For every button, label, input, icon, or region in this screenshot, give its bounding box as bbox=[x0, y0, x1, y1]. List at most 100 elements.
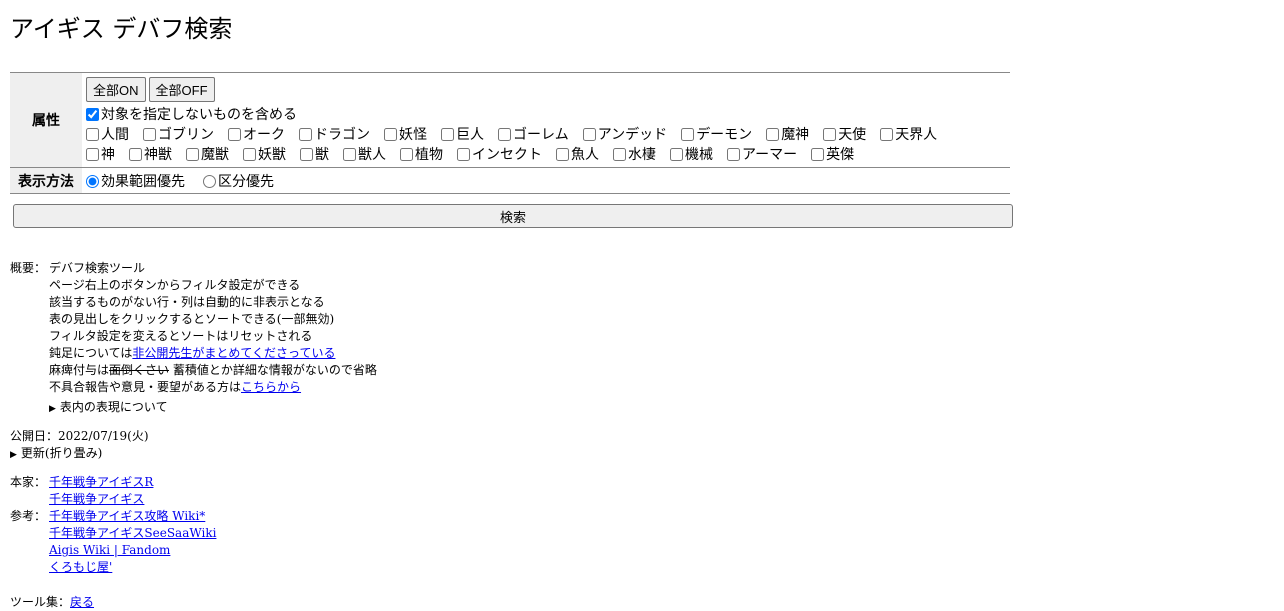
attribute-checkbox[interactable]: 妖怪 bbox=[384, 124, 427, 144]
attribute-checkbox-label: 魔神 bbox=[781, 127, 810, 143]
attribute-checkbox-input[interactable] bbox=[228, 127, 241, 141]
attribute-checkbox[interactable]: オーク bbox=[228, 124, 285, 144]
report-link[interactable]: こちらから bbox=[241, 380, 301, 394]
all-off-button[interactable]: 全部OFF bbox=[148, 77, 215, 102]
attribute-checkbox[interactable]: インセクト bbox=[457, 144, 542, 164]
attribute-checkbox-input[interactable] bbox=[880, 127, 894, 141]
attribute-checkbox-input[interactable] bbox=[186, 147, 199, 161]
attribute-checkbox-input[interactable] bbox=[727, 147, 740, 161]
report-line: 不具合報告や意見・要望がある方はこちらから bbox=[49, 379, 377, 396]
attribute-checkbox-input[interactable] bbox=[766, 127, 780, 141]
attribute-checkbox-label: デーモン bbox=[696, 127, 753, 143]
attribute-checkbox[interactable]: 魔獣 bbox=[186, 144, 229, 164]
attribute-checkbox-label: 獣 bbox=[315, 147, 329, 163]
update-toggle[interactable]: ▶ 更新(折り畳み) bbox=[10, 445, 377, 464]
display-option-input[interactable] bbox=[86, 174, 99, 188]
summary-label: 概要： bbox=[10, 261, 47, 275]
attribute-checkbox-label: 天界人 bbox=[895, 127, 938, 143]
paralysis-prefix: 麻痺付与は bbox=[49, 363, 110, 377]
attribute-checkbox[interactable]: ゴブリン bbox=[143, 124, 214, 144]
attribute-checkbox[interactable]: 魚人 bbox=[556, 144, 599, 164]
home-links: 本家： 千年戦争アイギスR 千年戦争アイギス bbox=[10, 474, 377, 508]
reference-links: 参考： 千年戦争アイギス攻略 Wiki* 千年戦争アイギスSeeSaaWiki … bbox=[10, 508, 377, 576]
attribute-checkbox-input[interactable] bbox=[129, 147, 142, 161]
reference-label: 参考： bbox=[10, 509, 47, 523]
attribute-checkbox[interactable]: ゴーレム bbox=[498, 124, 569, 144]
disclosure-triangle-icon: ▶ bbox=[10, 450, 17, 460]
attribute-checkbox[interactable]: 機械 bbox=[670, 144, 713, 164]
attribute-checkbox-input[interactable] bbox=[670, 147, 683, 161]
attribute-checkbox[interactable]: 神 bbox=[86, 144, 115, 164]
attribute-checkbox-input[interactable] bbox=[86, 127, 99, 141]
attribute-checkbox[interactable]: 植物 bbox=[400, 144, 443, 164]
back-link[interactable]: 戻る bbox=[70, 595, 94, 609]
attribute-checkbox[interactable]: 英傑 bbox=[811, 144, 854, 164]
home-link[interactable]: 千年戦争アイギスR bbox=[49, 475, 153, 489]
attribute-checkbox-input[interactable] bbox=[86, 147, 99, 161]
attribute-checkbox-input[interactable] bbox=[343, 147, 356, 161]
reference-link[interactable]: Aigis Wiki | Fandom bbox=[49, 543, 170, 557]
attribute-checkbox[interactable]: 人間 bbox=[86, 124, 129, 144]
attribute-checkbox-label: 植物 bbox=[415, 147, 443, 163]
attribute-checkbox[interactable]: 巨人 bbox=[441, 124, 484, 144]
attribute-checkbox-label: 魚人 bbox=[571, 147, 599, 163]
attribute-checkbox[interactable]: 神獣 bbox=[129, 144, 172, 164]
include-untargeted-label: 対象を指定しないものを含める bbox=[101, 107, 297, 123]
reference-link[interactable]: 千年戦争アイギスSeeSaaWiki bbox=[49, 526, 216, 540]
display-option-input[interactable] bbox=[203, 174, 216, 188]
attribute-label: 属性 bbox=[10, 73, 82, 167]
attribute-checkbox-input[interactable] bbox=[823, 127, 837, 141]
disclosure-triangle-icon: ▶ bbox=[49, 404, 56, 414]
attribute-checkbox-input[interactable] bbox=[299, 127, 312, 141]
attribute-checkbox[interactable]: 獣 bbox=[300, 144, 329, 164]
attribute-checkbox-label: 人間 bbox=[101, 127, 129, 143]
attribute-checkbox-input[interactable] bbox=[300, 147, 313, 161]
attribute-checkbox[interactable]: 水棲 bbox=[613, 144, 656, 164]
display-option-label: 区分優先 bbox=[218, 174, 274, 190]
attribute-checkbox[interactable]: ドラゴン bbox=[299, 124, 370, 144]
attribute-checkbox-label: ドラゴン bbox=[314, 127, 370, 143]
attribute-checkbox[interactable]: アンデッド bbox=[582, 124, 667, 144]
attribute-checkbox[interactable]: 天使 bbox=[823, 124, 866, 144]
attribute-checkbox-input[interactable] bbox=[457, 147, 470, 161]
summary-line: 該当するものがない行・列は自動的に非表示となる bbox=[49, 295, 325, 309]
attribute-checkbox[interactable]: 獣人 bbox=[343, 144, 386, 164]
attribute-checkbox-input[interactable] bbox=[243, 147, 256, 161]
reference-link[interactable]: 千年戦争アイギス攻略 Wiki* bbox=[49, 509, 205, 523]
attribute-checkbox-input[interactable] bbox=[681, 127, 695, 141]
slow-line: 鈍足については非公開先生がまとめてくださっている bbox=[49, 345, 377, 362]
attribute-checkbox-input[interactable] bbox=[143, 127, 156, 141]
slow-link[interactable]: 非公開先生がまとめてくださっている bbox=[132, 346, 335, 360]
display-option-label: 効果範囲優先 bbox=[101, 174, 185, 190]
attribute-checkbox-label: 機械 bbox=[685, 147, 713, 163]
attribute-checkbox[interactable]: デーモン bbox=[681, 124, 752, 144]
reference-link[interactable]: くろもじ屋' bbox=[49, 560, 112, 574]
display-option-radio[interactable]: 効果範囲優先 bbox=[86, 171, 185, 191]
include-untargeted-checkbox[interactable]: 対象を指定しないものを含める bbox=[86, 104, 297, 124]
attribute-checkbox-label: インセクト bbox=[472, 147, 542, 163]
include-untargeted-input[interactable] bbox=[86, 107, 99, 121]
all-on-button[interactable]: 全部ON bbox=[86, 77, 146, 102]
update-toggle-label: 更新(折り畳み) bbox=[20, 446, 103, 460]
attribute-checkbox[interactable]: 妖獣 bbox=[243, 144, 286, 164]
attribute-checkbox-input[interactable] bbox=[613, 147, 626, 161]
attribute-options: 全部ON 全部OFF 対象を指定しないものを含める 人間 ゴブリン オーク ドラゴン妖… bbox=[82, 73, 1010, 167]
expression-toggle[interactable]: ▶ 表内の表現について bbox=[49, 399, 377, 418]
published-date: 公開日：2022/07/19(火) bbox=[10, 429, 149, 443]
home-link[interactable]: 千年戦争アイギス bbox=[49, 492, 144, 506]
attribute-checkbox-label: 妖獣 bbox=[258, 147, 286, 163]
attribute-checkbox[interactable]: 魔神 bbox=[766, 124, 809, 144]
attribute-checkbox[interactable]: 天界人 bbox=[880, 124, 937, 144]
attribute-checkbox-input[interactable] bbox=[811, 147, 825, 161]
attribute-checkbox[interactable]: アーマー bbox=[727, 144, 797, 164]
attribute-checkbox-input[interactable] bbox=[582, 127, 596, 141]
attribute-checkbox-input[interactable] bbox=[384, 127, 397, 141]
attribute-checkbox-input[interactable] bbox=[441, 127, 454, 141]
search-button[interactable]: 検索 bbox=[13, 204, 1013, 228]
attribute-checkbox-input[interactable] bbox=[498, 127, 511, 141]
display-option-radio[interactable]: 区分優先 bbox=[203, 171, 274, 191]
summary: 概要： デバフ検索ツール ページ右上のボタンからフィルタ設定ができる 該当するも… bbox=[10, 260, 377, 418]
paralysis-line: 麻痺付与は面倒くさい 蓄積値とか詳細な情報がないので省略 bbox=[49, 362, 377, 379]
attribute-checkbox-input[interactable] bbox=[556, 147, 569, 161]
attribute-checkbox-input[interactable] bbox=[400, 147, 413, 161]
